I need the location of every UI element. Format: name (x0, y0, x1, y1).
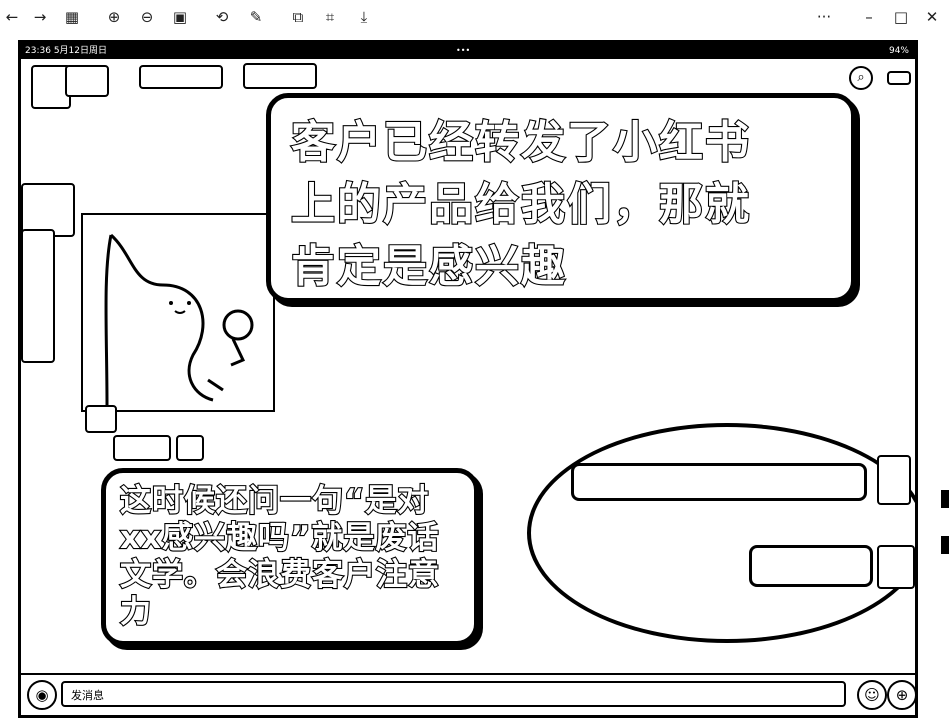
speech-bubble-bottom: 这时候还问一句“是对 xx感兴趣吗”就是废话 文学。会浪费客户注意 力 (101, 468, 479, 646)
header-tag (243, 63, 317, 89)
highlight-oval (527, 423, 915, 643)
rotate-icon[interactable]: ⟲ (212, 7, 232, 27)
download-icon[interactable]: ⤓ (354, 7, 374, 27)
chat-input-bar: ◉ 发消息 ☺ ⊕ (21, 673, 915, 715)
emoji-icon[interactable]: ☺ (857, 680, 887, 710)
side-tab[interactable] (941, 536, 949, 554)
contact-name-block (139, 65, 223, 89)
more-options-icon[interactable]: ··· (812, 7, 836, 27)
search-icon[interactable]: ⌕ (849, 66, 873, 90)
maximize-icon[interactable]: □ (891, 7, 911, 27)
zoom-in-icon[interactable]: ⊕ (104, 7, 124, 27)
sticker-block (85, 405, 117, 433)
phone-screenshot: 23:36 5月12日周日 ••• 94% ⌕ 客户已经转发了小红书 上的产品给… (18, 40, 918, 718)
bubble-bottom-line: 这时候还问一句“是对 (119, 482, 430, 520)
edit-icon[interactable]: ✎ (246, 7, 266, 27)
message-bubble[interactable] (571, 463, 867, 501)
bubble-top-line: 肯定是感兴趣 (290, 240, 567, 293)
voice-icon[interactable]: ◉ (27, 680, 57, 710)
forward-icon[interactable]: → (30, 7, 50, 27)
side-block (21, 229, 55, 363)
status-time: 23:36 5月12日周日 (25, 46, 107, 56)
bubble-top-line: 上的产品给我们，那就 (290, 178, 751, 231)
header-block (65, 65, 109, 97)
bubble-bottom-line: xx感兴趣吗”就是废话 (119, 519, 440, 557)
back-icon[interactable]: ← (2, 7, 22, 27)
grid-view-icon[interactable]: ▦ (62, 7, 82, 27)
message-placeholder: 发消息 (71, 689, 104, 702)
sticker-block (113, 435, 171, 461)
sticker-block (176, 435, 204, 461)
menu-icon[interactable] (887, 71, 911, 85)
battery-indicator: 94% (888, 46, 909, 56)
bubble-bottom-line: 力 (119, 593, 152, 631)
cat-drawing (104, 233, 254, 406)
avatar[interactable] (877, 545, 915, 589)
minimize-icon[interactable]: – (859, 7, 879, 27)
copy-icon[interactable]: ⧉ (288, 7, 308, 27)
speech-bubble-top: 客户已经转发了小红书 上的产品给我们，那就 肯定是感兴趣 (266, 93, 856, 303)
cat-sticker-image[interactable] (81, 213, 275, 412)
avatar[interactable] (877, 455, 911, 505)
bubble-bottom-line: 文学。会浪费客户注意 (119, 556, 440, 594)
fit-window-icon[interactable]: ▣ (170, 7, 190, 27)
message-input[interactable]: 发消息 (61, 681, 846, 707)
side-tab[interactable] (941, 490, 949, 508)
bubble-top-line: 客户已经转发了小红书 (290, 116, 751, 169)
crop-icon[interactable]: ⌗ (320, 7, 340, 27)
viewer-toolbar: ← → ▦ ⊕ ⊖ ▣ ⟲ ✎ ⧉ ⌗ ⤓ ··· – □ ✕ (0, 0, 949, 34)
zoom-out-icon[interactable]: ⊖ (137, 7, 157, 27)
message-bubble[interactable] (749, 545, 873, 587)
status-bar: 23:36 5月12日周日 ••• 94% (21, 43, 915, 59)
plus-icon[interactable]: ⊕ (887, 680, 915, 710)
status-dots: ••• (456, 46, 471, 55)
close-icon[interactable]: ✕ (922, 7, 942, 27)
